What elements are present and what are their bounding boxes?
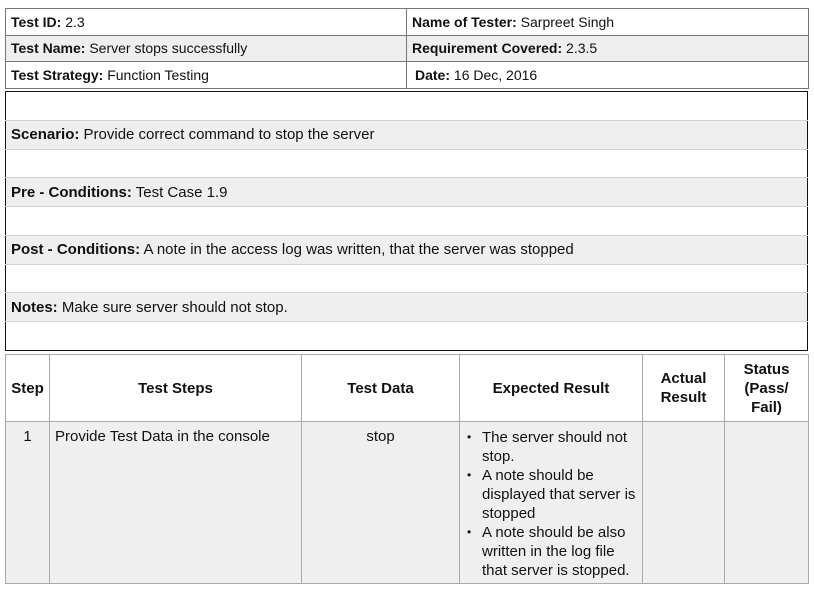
expected-result-cell: The server should not stop. A note shoul… [459,421,643,584]
test-info-table: Test ID: 2.3 Name of Tester: Sarpreet Si… [5,8,809,89]
header-status: Status (Pass/Fail) [724,354,809,422]
tester-value: Sarpreet Singh [520,13,615,30]
scenario-value: Provide correct command to stop the serv… [83,126,375,144]
pre-conditions-row: Pre - Conditions: Test Case 1.9 [5,177,808,207]
header-test-data: Test Data [301,354,460,422]
header-status-line: Fail) [751,398,782,416]
expected-result-list: The server should not stop. A note shoul… [460,428,642,580]
requirement-label: Requirement Covered: [412,40,563,57]
scenario-row: Scenario: Provide correct command to sto… [5,119,808,149]
notes-label: Notes: [11,298,58,316]
test-steps-table: Step Test Steps Test Data Expected Resul… [5,354,809,584]
post-conditions-label: Post - Conditions: [11,241,141,259]
pre-conditions-label: Pre - Conditions: [11,183,132,201]
scenario-table: Scenario: Provide correct command to sto… [5,91,808,351]
test-data-value: stop [301,421,460,584]
test-step-text: Provide Test Data in the console [49,421,302,584]
pre-conditions-value: Test Case 1.9 [135,183,228,201]
date-cell: Date: 16 Dec, 2016 [406,61,809,89]
scenario-label: Scenario: [11,126,80,144]
notes-value: Make sure server should not stop. [61,298,288,316]
list-item: The server should not stop. [466,428,636,466]
status-cell [724,421,809,584]
test-id-label: Test ID: [11,13,62,30]
header-actual-line: Result [660,389,707,406]
test-name-label: Test Name: [11,40,86,57]
step-number: 1 [5,421,50,584]
test-id-cell: Test ID: 2.3 [5,8,407,36]
requirement-value: 2.3.5 [566,40,598,57]
blank-row [6,92,808,121]
blank-row [5,263,808,293]
header-actual-line: Actual [660,370,707,387]
test-name-cell: Test Name: Server stops successfully [5,34,407,62]
blank-row [5,148,808,178]
tester-cell: Name of Tester: Sarpreet Singh [406,8,809,36]
table-row: 1 Provide Test Data in the console stop … [5,421,809,584]
blank-row [5,206,808,236]
list-item: A note should be also written in the log… [466,523,636,580]
strategy-cell: Test Strategy: Function Testing [5,61,407,89]
date-label: Date: [415,66,451,83]
header-step: Step [5,354,50,422]
header-expected-result: Expected Result [459,354,643,422]
actual-result-cell [642,421,725,584]
strategy-label: Test Strategy: [11,66,104,83]
post-conditions-row: Post - Conditions: A note in the access … [5,234,808,264]
list-item: A note should be displayed that server i… [466,466,636,523]
test-id-value: 2.3 [65,13,85,30]
test-name-value: Server stops successfully [89,40,248,57]
date-value: 16 Dec, 2016 [453,66,538,83]
requirement-cell: Requirement Covered: 2.3.5 [406,34,809,62]
blank-row [5,321,808,351]
header-actual-result: Actual Result [642,354,725,422]
strategy-value: Function Testing [107,66,209,83]
tester-label: Name of Tester: [412,13,517,30]
header-test-steps: Test Steps [49,354,302,422]
post-conditions-value: A note in the access log was written, th… [143,241,574,259]
header-status-line: (Pass/ [744,379,789,397]
notes-row: Notes: Make sure server should not stop. [5,292,808,322]
header-status-line: Status [743,360,790,378]
